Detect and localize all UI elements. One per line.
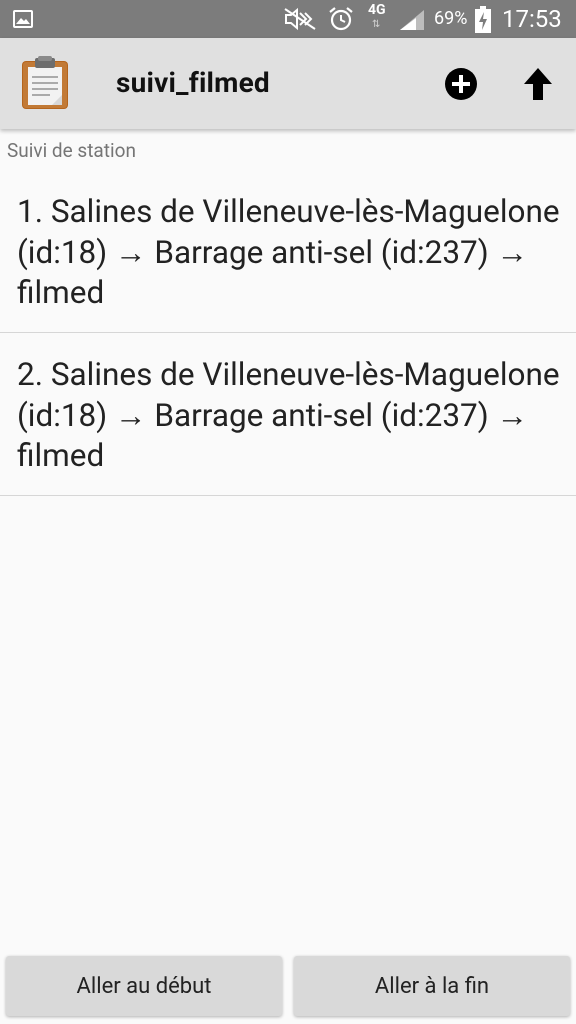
alarm-icon (329, 7, 353, 31)
status-bar: 4G ⇅ 69% 17:53 (0, 0, 576, 38)
data-activity-icon: ⇅ (372, 19, 381, 30)
bottom-button-bar: Aller au début Aller à la fin (0, 956, 576, 1016)
app-title: suivi_filmed (116, 66, 270, 99)
go-to-end-button[interactable]: Aller à la fin (294, 956, 570, 1016)
mute-icon (284, 7, 316, 31)
gallery-icon (13, 10, 33, 28)
clipboard-icon (22, 56, 68, 109)
list-item[interactable]: 1. Salines de Villeneuve-lès-Maguelone (… (0, 170, 576, 333)
battery-percent: 69% (434, 8, 468, 29)
list-item[interactable]: 2. Salines de Villeneuve-lès-Maguelone (… (0, 333, 576, 496)
upload-arrow-icon[interactable] (522, 66, 554, 102)
app-bar: suivi_filmed (0, 38, 576, 129)
section-header: Suivi de station (7, 139, 136, 162)
clock: 17:53 (502, 5, 562, 33)
add-circle-icon[interactable] (443, 66, 479, 102)
network-type-label: 4G (368, 2, 386, 18)
battery-charging-icon (475, 6, 491, 33)
signal-icon (400, 10, 424, 30)
station-list: 1. Salines de Villeneuve-lès-Maguelone (… (0, 170, 576, 496)
go-to-start-button[interactable]: Aller au début (6, 956, 282, 1016)
